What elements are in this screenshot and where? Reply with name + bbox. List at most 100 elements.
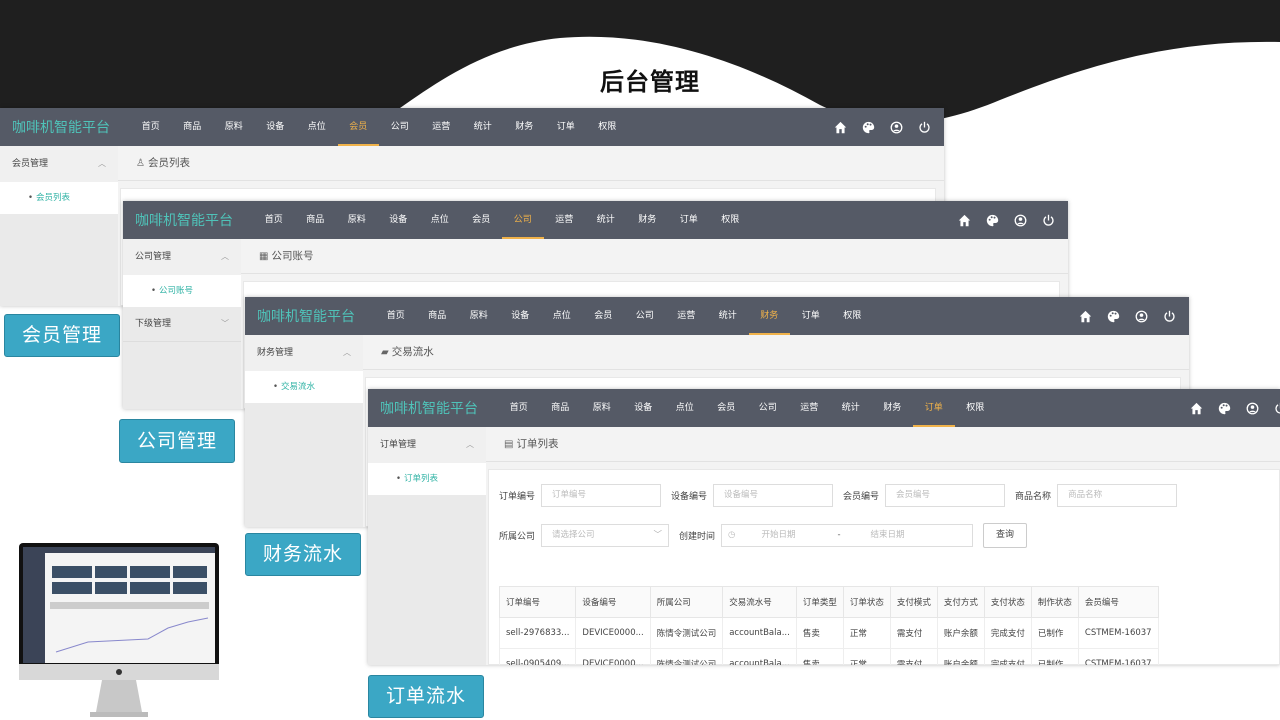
sidebar-item-order-list[interactable]: 订单列表: [368, 463, 486, 495]
sidebar-group-finance[interactable]: 财务管理 ︿: [245, 335, 363, 371]
home-icon[interactable]: [1182, 401, 1210, 415]
table-row[interactable]: sell-2976833... DEVICE0000... 陈情令测试公司 accou…: [498, 617, 1159, 649]
sidebar-group-member[interactable]: 会员管理 ︿: [0, 146, 118, 182]
sidebar-group-label: 会员管理: [12, 159, 49, 169]
sidebar-group-company[interactable]: 公司管理 ︿: [123, 239, 241, 275]
nav-item-5[interactable]: 会员: [337, 108, 380, 146]
nav-item-6[interactable]: 公司: [502, 201, 544, 239]
nav-item-9[interactable]: 财务: [504, 108, 546, 146]
query-button[interactable]: 查询: [983, 523, 1028, 548]
device-no-input[interactable]: 设备编号: [713, 484, 834, 507]
nav-item-2[interactable]: 原料: [581, 389, 623, 427]
nav-item-3[interactable]: 设备: [378, 201, 420, 239]
column-header: 制作状态: [1030, 586, 1079, 618]
nav-item-4[interactable]: 点位: [664, 389, 706, 427]
nav-item-7[interactable]: 运营: [421, 108, 463, 146]
date-range-picker[interactable]: ◷ 开始日期 - 结束日期: [721, 524, 974, 547]
nav-item-7[interactable]: 运营: [544, 201, 586, 239]
table-row[interactable]: sell-0905409... DEVICE0000... 陈情令测试公司 accou…: [498, 648, 1159, 665]
nav-item-1[interactable]: 商品: [417, 297, 459, 335]
palette-icon[interactable]: [1099, 309, 1127, 323]
palette-icon[interactable]: [1210, 401, 1238, 415]
nav-item-6[interactable]: 公司: [747, 389, 789, 427]
brand-logo: 咖啡机智能平台: [135, 213, 233, 229]
nav-item-2[interactable]: 原料: [458, 297, 500, 335]
nav-item-10[interactable]: 订单: [668, 201, 710, 239]
table-cell: DEVICE0000...: [575, 648, 651, 665]
sidebar-item-transaction-flow[interactable]: 交易流水: [245, 371, 363, 403]
product-name-input[interactable]: 商品名称: [1057, 484, 1178, 507]
nav-item-5[interactable]: 会员: [461, 201, 503, 239]
nav-item-8[interactable]: 统计: [707, 297, 749, 335]
nav-item-11[interactable]: 权限: [587, 108, 629, 146]
palette-icon[interactable]: [854, 120, 882, 134]
power-icon[interactable]: [1266, 401, 1280, 415]
member-no-input[interactable]: 会员编号: [885, 484, 1006, 507]
nav-item-6[interactable]: 公司: [624, 297, 666, 335]
document-icon: ▤: [504, 439, 514, 450]
nav-item-9[interactable]: 财务: [872, 389, 914, 427]
nav-item-4[interactable]: 点位: [541, 297, 583, 335]
sidebar-group-order[interactable]: 订单管理 ︿: [368, 427, 486, 463]
nav-item-5[interactable]: 会员: [706, 389, 748, 427]
nav-item-0[interactable]: 首页: [253, 201, 295, 239]
main-nav: 首页 商品 原料 设备 点位 会员 公司 运营 统计 财务 订单 权限: [253, 201, 751, 239]
sidebar: 公司管理 ︿ 公司账号 下级管理 ﹀: [123, 239, 241, 409]
start-date-input[interactable]: 开始日期: [761, 525, 831, 546]
power-icon[interactable]: [1034, 213, 1062, 227]
nav-item-8[interactable]: 统计: [462, 108, 504, 146]
home-icon[interactable]: [826, 120, 854, 134]
nav-item-0[interactable]: 首页: [375, 297, 417, 335]
nav-item-3[interactable]: 设备: [500, 297, 542, 335]
sidebar-group-label: 订单管理: [380, 440, 417, 450]
topbar: 咖啡机智能平台 首页 商品 原料 设备 点位 会员 公司 运营 统计 财务 订单 权限: [368, 389, 1280, 427]
nav-item-10[interactable]: 订单: [913, 389, 955, 427]
order-no-input[interactable]: 订单编号: [541, 484, 662, 507]
breadcrumb: ▰ 交易流水: [363, 335, 1189, 370]
home-icon[interactable]: [950, 213, 978, 227]
nav-item-2[interactable]: 原料: [336, 201, 378, 239]
imac-illustration: [19, 543, 219, 717]
user-circle-icon[interactable]: [882, 120, 910, 134]
company-select[interactable]: 请选择公司 ﹀: [541, 524, 670, 547]
nav-item-9[interactable]: 财务: [748, 297, 791, 335]
sidebar-item-member-list[interactable]: 会员列表: [0, 182, 118, 214]
sidebar-group-subordinate[interactable]: 下级管理 ﹀: [123, 307, 241, 342]
sidebar-item-company-account[interactable]: 公司账号: [123, 275, 241, 307]
nav-item-7[interactable]: 运营: [789, 389, 831, 427]
table-cell: 已制作: [1030, 648, 1079, 665]
power-icon[interactable]: [910, 120, 938, 134]
chevron-up-icon: ︿: [98, 159, 106, 168]
nav-item-7[interactable]: 运营: [666, 297, 708, 335]
nav-item-11[interactable]: 权限: [955, 389, 997, 427]
nav-item-3[interactable]: 设备: [255, 108, 297, 146]
nav-item-5[interactable]: 会员: [583, 297, 625, 335]
nav-item-8[interactable]: 统计: [585, 201, 627, 239]
palette-icon[interactable]: [978, 213, 1006, 227]
nav-item-11[interactable]: 权限: [832, 297, 874, 335]
nav-item-3[interactable]: 设备: [623, 389, 665, 427]
nav-item-1[interactable]: 商品: [295, 201, 337, 239]
nav-item-8[interactable]: 统计: [830, 389, 872, 427]
nav-item-1[interactable]: 商品: [172, 108, 214, 146]
power-icon[interactable]: [1155, 309, 1183, 323]
nav-item-4[interactable]: 点位: [419, 201, 461, 239]
nav-item-11[interactable]: 权限: [710, 201, 752, 239]
topbar: 咖啡机智能平台 首页 商品 原料 设备 点位 会员 公司 运营 统计 财务 订单 权限: [123, 201, 1068, 239]
nav-item-2[interactable]: 原料: [213, 108, 255, 146]
nav-item-0[interactable]: 首页: [498, 389, 540, 427]
user-circle-icon[interactable]: [1127, 309, 1155, 323]
nav-item-0[interactable]: 首页: [130, 108, 172, 146]
user-circle-icon[interactable]: [1006, 213, 1034, 227]
home-icon[interactable]: [1071, 309, 1099, 323]
nav-item-9[interactable]: 财务: [627, 201, 669, 239]
nav-item-10[interactable]: 订单: [545, 108, 587, 146]
nav-item-10[interactable]: 订单: [790, 297, 832, 335]
topbar-icons: [950, 201, 1062, 239]
company-select-value: 请选择公司: [552, 530, 595, 540]
user-circle-icon[interactable]: [1238, 401, 1266, 415]
nav-item-6[interactable]: 公司: [379, 108, 421, 146]
end-date-input[interactable]: 结束日期: [871, 525, 905, 546]
nav-item-4[interactable]: 点位: [296, 108, 338, 146]
nav-item-1[interactable]: 商品: [540, 389, 582, 427]
